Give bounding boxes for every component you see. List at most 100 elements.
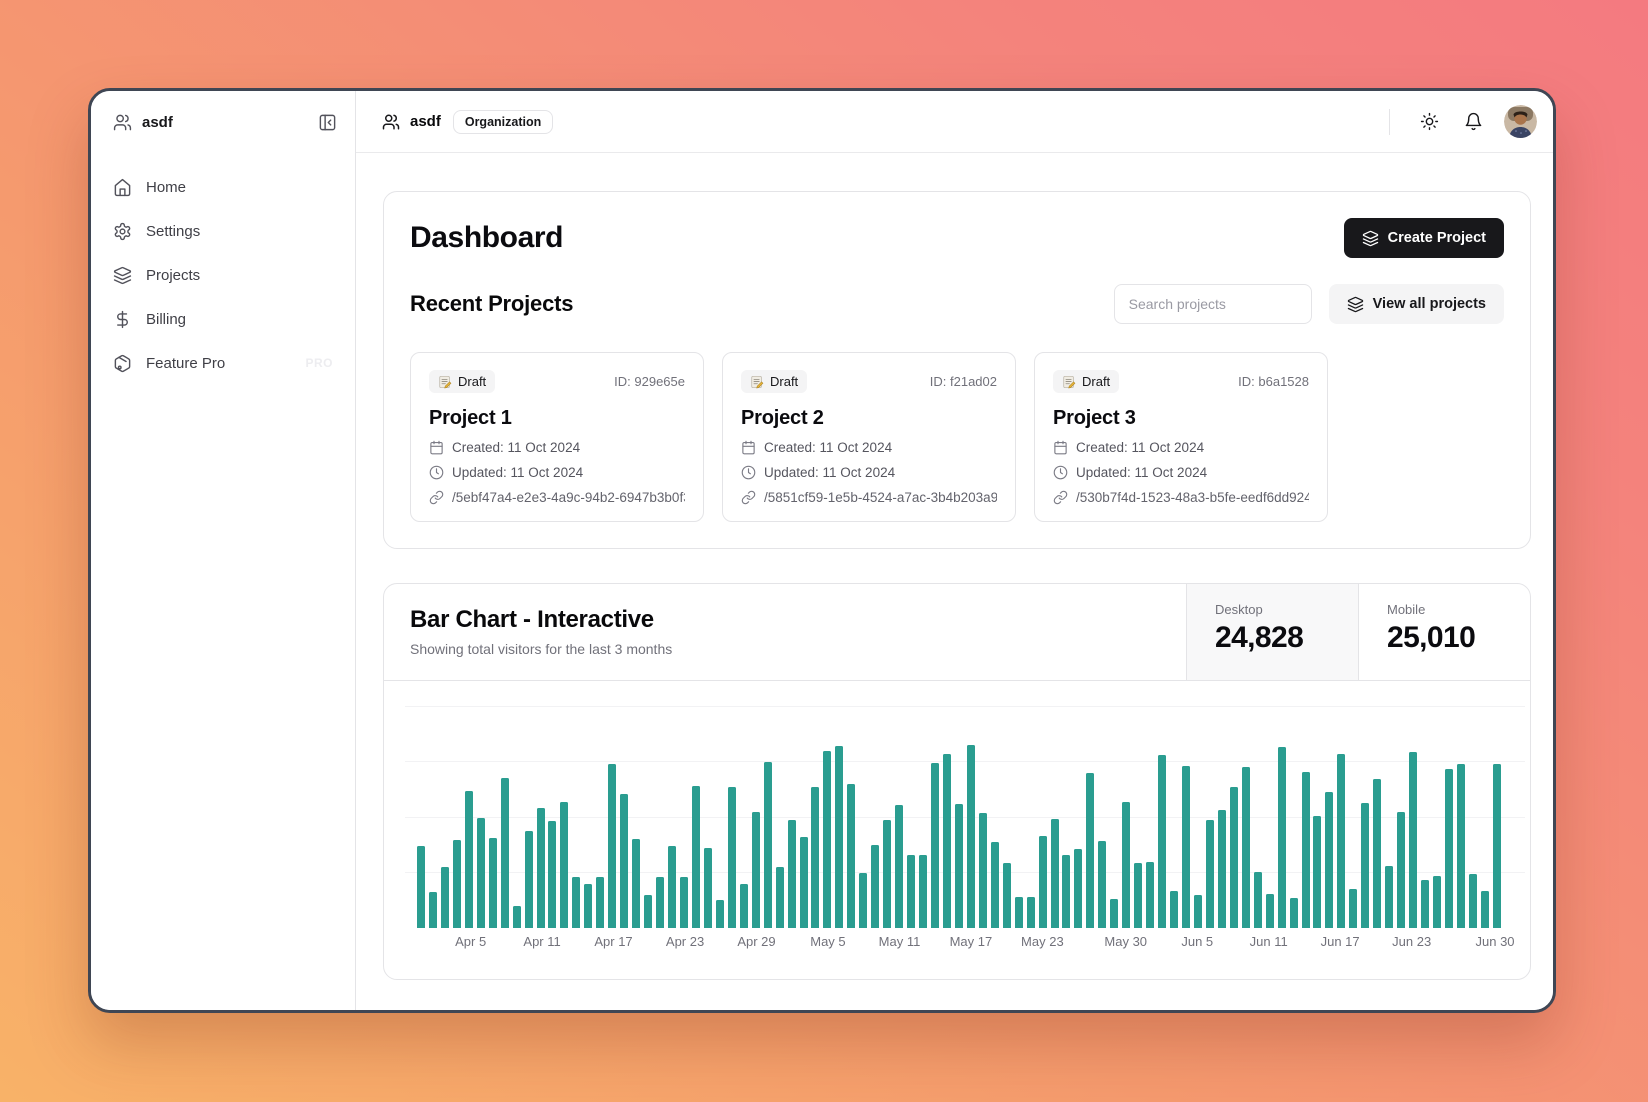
bar[interactable]	[1445, 769, 1453, 928]
bar[interactable]	[477, 818, 485, 929]
bar[interactable]	[1313, 816, 1321, 928]
bar[interactable]	[907, 855, 915, 928]
bar[interactable]	[1409, 752, 1417, 928]
create-project-button[interactable]: Create Project	[1344, 218, 1504, 258]
bar[interactable]	[967, 745, 975, 928]
bar[interactable]	[417, 846, 425, 928]
bar[interactable]	[991, 842, 999, 928]
bar[interactable]	[680, 877, 688, 928]
panel-collapse-icon[interactable]	[318, 113, 337, 132]
bar[interactable]	[537, 808, 545, 928]
sidebar-item-settings[interactable]: Settings	[103, 213, 343, 249]
bar[interactable]	[1361, 803, 1369, 928]
bar[interactable]	[800, 837, 808, 928]
sidebar-item-projects[interactable]: Projects	[103, 257, 343, 293]
bar[interactable]	[572, 877, 580, 928]
bar[interactable]	[1027, 897, 1035, 928]
bar[interactable]	[943, 754, 951, 928]
view-all-projects-button[interactable]: View all projects	[1329, 284, 1504, 324]
bar[interactable]	[811, 787, 819, 928]
bar[interactable]	[1469, 874, 1477, 928]
bar[interactable]	[1337, 754, 1345, 928]
sidebar-item-home[interactable]: Home	[103, 169, 343, 205]
search-input[interactable]	[1114, 284, 1312, 324]
bar[interactable]	[919, 855, 927, 928]
bar[interactable]	[632, 839, 640, 928]
bar[interactable]	[1170, 891, 1178, 928]
bar[interactable]	[644, 895, 652, 928]
bar[interactable]	[1158, 755, 1166, 928]
bar[interactable]	[979, 813, 987, 929]
bar[interactable]	[931, 763, 939, 928]
project-link[interactable]: /5851cf59-1e5b-4524-a7ac-3b4b203a9ec9	[741, 490, 997, 505]
bar[interactable]	[1325, 792, 1333, 928]
notifications-button[interactable]	[1456, 105, 1490, 139]
bar[interactable]	[788, 820, 796, 928]
bar[interactable]	[620, 794, 628, 928]
project-card[interactable]: Draft ID: b6a1528 Project 3 Created: 11 …	[1034, 352, 1328, 522]
bar[interactable]	[1051, 819, 1059, 928]
bar[interactable]	[1098, 841, 1106, 928]
bar[interactable]	[668, 846, 676, 928]
bar[interactable]	[1074, 849, 1082, 928]
bar[interactable]	[764, 762, 772, 928]
bar[interactable]	[871, 845, 879, 928]
bar[interactable]	[728, 787, 736, 928]
bar[interactable]	[692, 786, 700, 928]
bar[interactable]	[1134, 863, 1142, 928]
bar[interactable]	[608, 764, 616, 928]
bar[interactable]	[584, 884, 592, 928]
bar[interactable]	[429, 892, 437, 928]
project-card[interactable]: Draft ID: 929e65e Project 1 Created: 11 …	[410, 352, 704, 522]
bar[interactable]	[752, 812, 760, 928]
bar[interactable]	[525, 831, 533, 928]
bar[interactable]	[1254, 872, 1262, 928]
bar[interactable]	[1242, 767, 1250, 928]
bar[interactable]	[1230, 787, 1238, 928]
project-card[interactable]: Draft ID: f21ad02 Project 2 Created: 11 …	[722, 352, 1016, 522]
bar[interactable]	[883, 820, 891, 928]
stat-mobile[interactable]: Mobile 25,010	[1358, 584, 1530, 680]
bar[interactable]	[513, 906, 521, 928]
bar[interactable]	[1266, 894, 1274, 928]
bar[interactable]	[1039, 836, 1047, 928]
bar[interactable]	[704, 848, 712, 928]
bar[interactable]	[1278, 747, 1286, 928]
bar[interactable]	[501, 778, 509, 928]
bar[interactable]	[441, 867, 449, 928]
bar[interactable]	[740, 884, 748, 928]
bar[interactable]	[859, 873, 867, 928]
bar[interactable]	[465, 791, 473, 928]
bar[interactable]	[1110, 899, 1118, 928]
bar[interactable]	[1194, 895, 1202, 928]
bar[interactable]	[1206, 820, 1214, 928]
bar[interactable]	[1397, 812, 1405, 928]
bar[interactable]	[548, 821, 556, 928]
bar[interactable]	[1062, 855, 1070, 929]
bar[interactable]	[1015, 897, 1023, 928]
bar[interactable]	[1146, 862, 1154, 928]
theme-toggle-button[interactable]	[1412, 105, 1446, 139]
bar[interactable]	[560, 802, 568, 928]
project-link[interactable]: /530b7f4d-1523-48a3-b5fe-eedf6dd92456	[1053, 490, 1309, 505]
sidebar-item-billing[interactable]: Billing	[103, 301, 343, 337]
bar[interactable]	[1122, 802, 1130, 928]
bar[interactable]	[1349, 889, 1357, 928]
bar[interactable]	[1373, 779, 1381, 928]
bar[interactable]	[1493, 764, 1501, 928]
bar[interactable]	[955, 804, 963, 928]
bar[interactable]	[1003, 863, 1011, 928]
bar[interactable]	[823, 751, 831, 928]
bar[interactable]	[1182, 766, 1190, 928]
bar[interactable]	[1385, 866, 1393, 928]
bar[interactable]	[716, 900, 724, 928]
avatar[interactable]	[1504, 105, 1537, 138]
bar[interactable]	[1218, 810, 1226, 928]
sidebar-item-feature-pro[interactable]: Feature Pro PRO	[103, 345, 343, 381]
bar[interactable]	[776, 867, 784, 928]
bar[interactable]	[656, 877, 664, 928]
bar[interactable]	[1421, 880, 1429, 928]
bar[interactable]	[1302, 772, 1310, 928]
bar[interactable]	[835, 746, 843, 928]
bar[interactable]	[895, 805, 903, 928]
